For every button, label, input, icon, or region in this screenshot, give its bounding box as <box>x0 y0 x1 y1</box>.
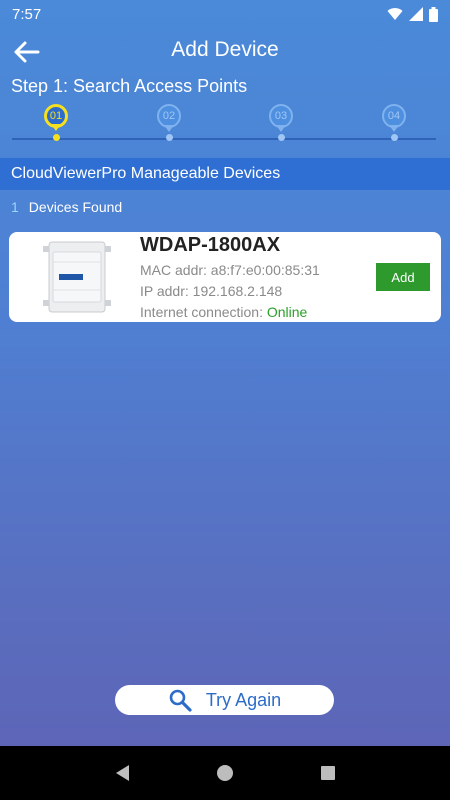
devices-found-label: Devices Found <box>28 199 123 215</box>
nav-home-button[interactable] <box>205 753 245 793</box>
devices-found-count: 1 <box>11 199 19 215</box>
step-marker-4: 04 <box>382 104 406 132</box>
app-bar: Add Device <box>0 28 450 76</box>
status-bar: 7:57 <box>0 0 450 28</box>
nav-recents-icon <box>321 766 336 780</box>
device-name: WDAP-1800AX <box>140 234 281 256</box>
nav-back-icon <box>115 765 129 781</box>
device-card: WDAP-1800AX MAC addr: a8:f7:e0:00:85:31 … <box>9 232 441 322</box>
step-marker-2: 02 <box>157 104 181 132</box>
system-nav-bar <box>0 746 450 800</box>
step-1: 01 <box>41 104 71 141</box>
wifi-icon <box>387 8 403 20</box>
step-marker-1: 01 <box>44 104 68 131</box>
nav-back-button[interactable] <box>102 753 142 793</box>
status-time: 7:57 <box>12 5 42 23</box>
status-icons <box>387 6 438 22</box>
try-again-button[interactable]: Try Again <box>115 685 334 715</box>
add-device-button[interactable]: Add <box>376 263 430 291</box>
section-header: CloudViewerPro Manageable Devices <box>0 158 450 190</box>
step-2: 02 <box>154 104 184 141</box>
device-internet-label: Internet connection: <box>140 304 267 320</box>
nav-home-icon <box>216 765 233 781</box>
nav-recents-button[interactable] <box>308 753 348 793</box>
device-internet: Internet connection: Online <box>140 304 307 320</box>
step-dot-3 <box>277 134 285 141</box>
access-point-image <box>43 241 111 313</box>
page-title: Add Device <box>171 38 279 61</box>
step-dot-1 <box>52 134 60 141</box>
device-mac: MAC addr: a8:f7:e0:00:85:31 <box>140 262 320 278</box>
step-title: Step 1: Search Access Points <box>11 76 248 96</box>
battery-icon <box>429 6 438 22</box>
step-marker-3: 03 <box>269 104 293 132</box>
device-internet-status: Online <box>266 304 308 320</box>
device-ip: IP addr: 192.168.2.148 <box>140 283 283 299</box>
search-icon <box>169 689 192 712</box>
stepper-line <box>12 138 436 140</box>
signal-icon <box>409 7 423 21</box>
step-4: 04 <box>379 104 409 141</box>
step-3: 03 <box>266 104 296 141</box>
stepper: 01 02 03 04 <box>12 100 436 148</box>
step-dot-2 <box>165 134 173 141</box>
devices-found: 1 Devices Found <box>11 199 122 215</box>
try-again-label: Try Again <box>205 689 282 710</box>
step-dot-4 <box>390 134 398 141</box>
